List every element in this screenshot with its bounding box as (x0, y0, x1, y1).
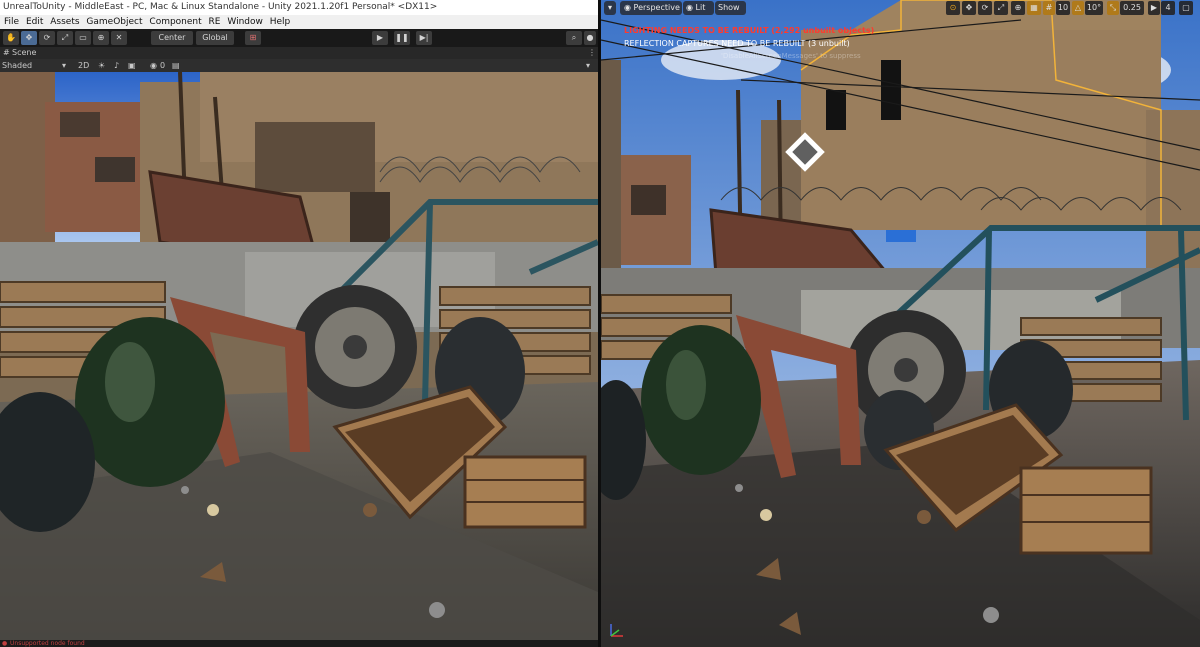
unreal-editor-pane: ▾ ◉ Perspective ◉ Lit Show ⊙ ✥ ⟳ ⤢ ⊕ ▦ #… (601, 0, 1200, 647)
error-icon: ● (2, 640, 8, 647)
lit-icon: ◉ (686, 3, 696, 12)
play-button[interactable]: ▶ (372, 31, 388, 45)
wooden-crate-back (1019, 466, 1153, 555)
grid-snap-icon[interactable]: # (1043, 1, 1055, 15)
surface-snap-icon[interactable]: ▦ (1027, 1, 1041, 15)
menu-component[interactable]: Component (149, 17, 201, 27)
menu-re[interactable]: RE (209, 17, 221, 27)
search-icon[interactable]: ⌕ (566, 31, 582, 45)
pivot-center-label: Center (158, 33, 186, 42)
wooden-crate-back (463, 455, 587, 529)
maximize-viewport-icon[interactable]: ▢ (1179, 1, 1193, 15)
camera-speed-icon[interactable]: ▶ (1148, 1, 1160, 15)
menu-window[interactable]: Window (227, 17, 263, 27)
menu-assets[interactable]: Assets (50, 17, 79, 27)
pause-button[interactable]: ❚❚ (394, 31, 410, 45)
tab-menu-icon[interactable]: ⋮ (588, 47, 596, 59)
scale-tool-icon[interactable]: ⤢ (57, 31, 73, 45)
gizmos-dropdown-icon[interactable]: ▾ (586, 59, 590, 72)
lit-button[interactable]: ◉ Lit (683, 1, 714, 15)
unity-title-bar: UnrealToUnity - MiddleEast - PC, Mac & L… (0, 0, 598, 15)
transform-tool-icon[interactable]: ⊕ (93, 31, 109, 45)
perspective-icon: ◉ (624, 3, 634, 12)
blue-kettle (886, 230, 916, 242)
scale-snap-value[interactable]: 0.25 (1120, 1, 1144, 15)
menu-file[interactable]: File (4, 17, 19, 27)
unity-menu-bar: File Edit Assets GameObject Component RE… (0, 15, 598, 29)
perspective-button[interactable]: ◉ Perspective (620, 1, 682, 15)
menu-help[interactable]: Help (270, 17, 291, 27)
visibility-icon[interactable]: ◉ (150, 59, 157, 72)
pivot-global-button[interactable]: Global (196, 31, 234, 45)
account-icon[interactable]: ● (584, 31, 596, 45)
status-message[interactable]: Unsupported node found (10, 640, 85, 647)
scene-tab-icon: # (3, 48, 10, 57)
menu-gameobject[interactable]: GameObject (86, 17, 142, 27)
chevron-down-icon: ▾ (62, 61, 67, 70)
audio-toggle-icon[interactable]: ♪ (114, 59, 119, 72)
camera-icon[interactable]: ▤ (172, 59, 180, 72)
unity-editor-pane: UnrealToUnity - MiddleEast - PC, Mac & L… (0, 0, 598, 647)
grid-snap-icon[interactable]: ⊞ (245, 31, 261, 45)
reflection-rebuild-warning: REFLECTION CAPTURES NEED TO BE REBUILT (… (624, 39, 850, 48)
move-mode-icon[interactable]: ✥ (962, 1, 976, 15)
mode-2d-toggle[interactable]: 2D (78, 59, 89, 72)
tire (293, 285, 417, 409)
unity-status-bar: ● Unsupported node found (0, 640, 598, 647)
rect-tool-icon[interactable]: ▭ (75, 31, 91, 45)
viewport-menu-icon[interactable]: ▾ (604, 1, 616, 15)
select-mode-icon[interactable]: ⊙ (946, 1, 960, 15)
unity-window-title: UnrealToUnity - MiddleEast - PC, Mac & L… (3, 2, 438, 12)
suppress-messages-hint: 'DisableAllScreenMessages' to suppress (721, 52, 861, 60)
lighting-rebuild-warning: LIGHTING NEEDS TO BE REBUILT (2,292 unbu… (624, 26, 875, 35)
custom-tool-icon[interactable]: ✕ (111, 31, 127, 45)
unity-toolbar: ✋ ✥ ⟳ ⤢ ▭ ⊕ ✕ Center Global ⊞ ▶ ❚❚ ▶| ⌕ … (0, 29, 598, 47)
menu-edit[interactable]: Edit (26, 17, 43, 27)
rotation-snap-value[interactable]: 10° (1085, 1, 1103, 15)
effects-toggle-icon[interactable]: ▣ (128, 59, 136, 72)
scale-snap-icon[interactable]: ⤡ (1107, 1, 1119, 15)
move-tool-icon[interactable]: ✥ (21, 31, 37, 45)
perspective-label: Perspective (633, 3, 680, 12)
scale-mode-icon[interactable]: ⤢ (994, 1, 1008, 15)
step-button[interactable]: ▶| (416, 31, 432, 45)
grid-snap-value[interactable]: 10 (1056, 1, 1070, 15)
scene-tab[interactable]: Scene (12, 47, 36, 59)
world-local-icon[interactable]: ⊕ (1011, 1, 1025, 15)
scene-tab-bar: # Scene ⋮ (0, 47, 598, 59)
pivot-center-button[interactable]: Center (151, 31, 193, 45)
hand-tool-icon[interactable]: ✋ (3, 31, 19, 45)
lighting-toggle-icon[interactable]: ☀ (98, 59, 105, 72)
unity-scene-viewport[interactable] (0, 72, 598, 640)
show-label: Show (718, 3, 740, 12)
unreal-viewport[interactable] (601, 0, 1200, 647)
rotate-tool-icon[interactable]: ⟳ (39, 31, 55, 45)
shading-mode-dropdown[interactable]: Shaded (2, 59, 32, 72)
rotate-mode-icon[interactable]: ⟳ (978, 1, 992, 15)
scene-view-toolbar: Shaded ▾ 2D ☀ ♪ ▣ ◉ 0 ▤ ▾ (0, 59, 598, 72)
gizmo-count: 0 (160, 61, 166, 70)
show-button[interactable]: Show (715, 1, 746, 15)
rotation-snap-icon[interactable]: △ (1072, 1, 1084, 15)
lit-label: Lit (695, 3, 706, 12)
camera-speed-value[interactable]: 4 (1161, 1, 1175, 15)
pivot-global-label: Global (202, 33, 228, 42)
